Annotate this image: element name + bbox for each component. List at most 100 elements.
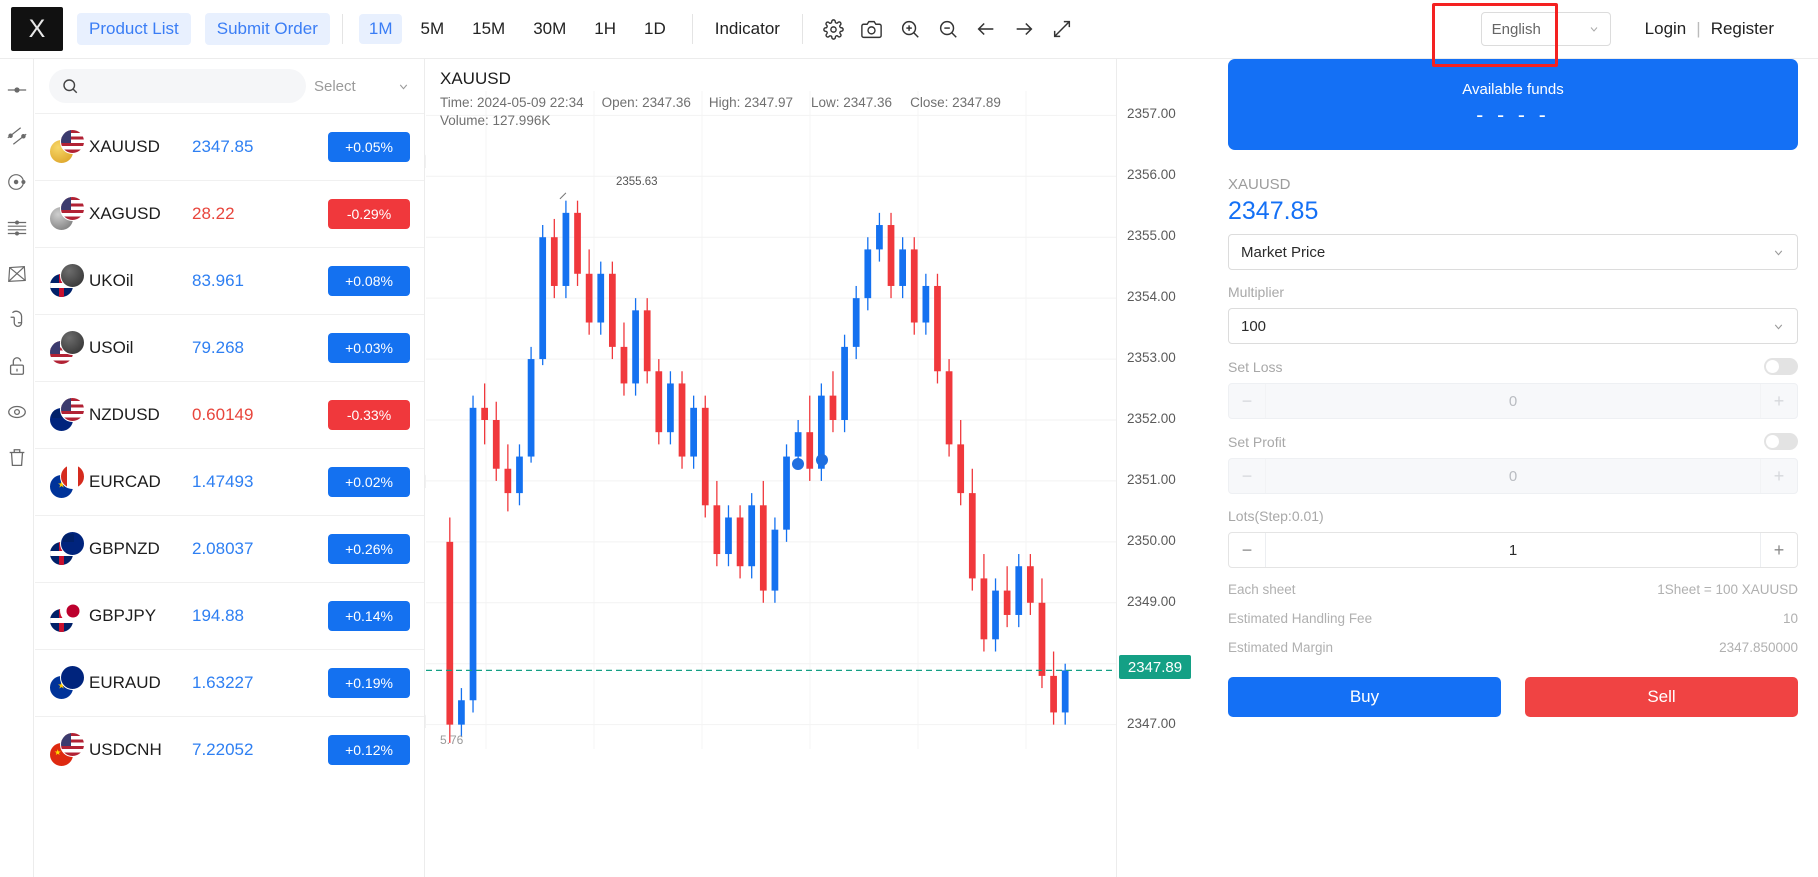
order-type-value: Market Price (1241, 243, 1326, 261)
watchlist-row-usdcnh[interactable]: USDCNH 7.22052 +0.12% (35, 716, 424, 783)
set-loss-stepper[interactable]: − 0 + (1228, 383, 1798, 419)
lots-stepper[interactable]: − 1 + (1228, 532, 1798, 568)
price-axis: 2357.00 2356.00 2355.00 2354.00 2353.00 2352.… (1116, 59, 1208, 877)
fullscreen-icon[interactable] (1043, 10, 1081, 48)
set-loss-value[interactable]: 0 (1265, 384, 1761, 418)
gear-icon[interactable] (815, 10, 853, 48)
chart-panel: XAUUSD Time: 2024-05-09 22:34 Open: 2347… (426, 59, 1116, 877)
magnet-tool-icon[interactable] (2, 305, 32, 335)
lock-tool-icon[interactable] (2, 351, 32, 381)
watchlist-row-eurcad[interactable]: EURCAD 1.47493 +0.02% (35, 448, 424, 515)
symbol-name: XAUUSD (89, 137, 160, 156)
order-type-select[interactable]: Market Price (1228, 234, 1798, 270)
symbol-flag-pair (49, 397, 89, 433)
buy-button[interactable]: Buy (1228, 677, 1501, 717)
axis-tick: 2352.00 (1127, 411, 1176, 426)
watchlist-rows: XAUUSD 2347.85 +0.05% XAGUSD 28.22 -0.29% UKOi… (35, 113, 424, 783)
margin-value: 2347.850000 (1719, 640, 1798, 655)
margin-label: Estimated Margin (1228, 640, 1334, 655)
timeframe-15m[interactable]: 15M (462, 14, 515, 44)
app-logo[interactable]: X (11, 7, 63, 51)
watchlist-row-usoil[interactable]: USOil 79.268 +0.03% (35, 314, 424, 381)
watchlist-row-gbpnzd[interactable]: GBPNZD 2.08037 +0.26% (35, 515, 424, 582)
timeframe-1h[interactable]: 1H (584, 14, 626, 44)
symbol-name: USDCNH (89, 740, 162, 759)
trend-line-tool-icon[interactable] (2, 75, 32, 105)
symbol-change-badge: +0.02% (328, 467, 410, 497)
eye-visibility-icon[interactable] (2, 397, 32, 427)
flag-icon-front (60, 263, 85, 288)
info-row-margin: Estimated Margin 2347.850000 (1228, 640, 1798, 655)
language-select[interactable]: English (1480, 12, 1611, 46)
chart-symbol: XAUUSD (440, 69, 511, 88)
set-profit-stepper[interactable]: − 0 + (1228, 458, 1798, 494)
watchlist-row-xauusd[interactable]: XAUUSD 2347.85 +0.05% (35, 113, 424, 180)
flag-icon-front (60, 665, 85, 690)
handling-fee-label: Estimated Handling Fee (1228, 611, 1373, 626)
indicator-button[interactable]: Indicator (705, 14, 790, 44)
watchlist-row-gbpjpy[interactable]: GBPJPY 194.88 +0.14% (35, 582, 424, 649)
divider (341, 14, 343, 44)
set-loss-minus-button[interactable]: − (1229, 384, 1265, 418)
trash-delete-icon[interactable] (2, 443, 32, 473)
candlestick-chart[interactable] (426, 59, 1116, 877)
sell-button[interactable]: Sell (1525, 677, 1798, 717)
lots-value[interactable]: 1 (1265, 533, 1761, 567)
shape-tool-icon[interactable] (2, 259, 32, 289)
register-button[interactable]: Register (1701, 15, 1784, 43)
symbol-flag-pair (49, 598, 89, 634)
set-profit-toggle[interactable] (1764, 433, 1798, 450)
timeframe-30m[interactable]: 30M (523, 14, 576, 44)
lots-label: Lots(Step:0.01) (1228, 508, 1324, 524)
login-button[interactable]: Login (1635, 15, 1697, 43)
set-profit-minus-button[interactable]: − (1229, 459, 1265, 493)
symbol-price: 83.961 (192, 271, 244, 290)
timeframe-1m[interactable]: 1M (358, 14, 403, 44)
watchlist-row-xagusd[interactable]: XAGUSD 28.22 -0.29% (35, 180, 424, 247)
timeframe-5m[interactable]: 5M (410, 14, 454, 44)
symbol-price: 2.08037 (192, 539, 254, 558)
chart-footer-value: 5.76 (440, 733, 464, 747)
set-profit-plus-button[interactable]: + (1761, 459, 1797, 493)
watchlist-row-nzdusd[interactable]: NZDUSD 0.60149 -0.33% (35, 381, 424, 448)
available-funds-label: Available funds (1462, 81, 1564, 98)
flag-icon-front (60, 464, 85, 489)
watchlist-row-ukoil[interactable]: UKOil 83.961 +0.08% (35, 247, 424, 314)
chart-volume: Volume: 127.996K (440, 113, 551, 128)
circle-tool-icon[interactable] (2, 167, 32, 197)
watchlist-row-euraud[interactable]: EURAUD 1.63227 +0.19% (35, 649, 424, 716)
axis-tick: 2354.00 (1127, 289, 1176, 305)
arrow-left-icon[interactable] (967, 10, 1005, 48)
set-loss-label: Set Loss (1228, 358, 1283, 375)
set-loss-toggle[interactable] (1764, 358, 1798, 375)
lots-minus-button[interactable]: − (1229, 533, 1265, 567)
search-input[interactable] (49, 69, 306, 103)
nav-product-list[interactable]: Product List (77, 13, 191, 45)
chart-open: Open: 2347.36 (601, 95, 691, 110)
symbol-change-badge: +0.05% (328, 132, 410, 162)
fibonacci-tool-icon[interactable] (2, 213, 32, 243)
logo-x-glyph: X (28, 14, 46, 43)
axis-tick: 2349.00 (1127, 593, 1176, 609)
parallel-channel-tool-icon[interactable] (2, 121, 32, 151)
info-row-handling-fee: Estimated Handling Fee 10 (1228, 611, 1798, 626)
search-icon (63, 79, 78, 94)
arrow-right-icon[interactable] (1005, 10, 1043, 48)
camera-icon[interactable] (853, 10, 891, 48)
set-loss-plus-button[interactable]: + (1761, 384, 1797, 418)
lots-plus-button[interactable]: + (1761, 533, 1797, 567)
timeframe-1d[interactable]: 1D (634, 14, 676, 44)
set-profit-label: Set Profit (1228, 433, 1286, 450)
zoom-out-icon[interactable] (929, 10, 967, 48)
symbol-name: USOil (89, 338, 134, 357)
multiplier-select[interactable]: 100 (1228, 308, 1798, 344)
multiplier-label: Multiplier (1228, 284, 1285, 300)
zoom-in-icon[interactable] (891, 10, 929, 48)
divider (801, 14, 803, 44)
set-profit-value[interactable]: 0 (1265, 459, 1761, 493)
watchlist-search-row: Select (35, 59, 424, 113)
symbol-change-badge: -0.29% (328, 199, 410, 229)
nav-submit-order[interactable]: Submit Order (204, 13, 330, 45)
watchlist-select-dropdown[interactable]: Select (314, 69, 410, 103)
set-profit-row: Set Profit (1228, 433, 1798, 450)
